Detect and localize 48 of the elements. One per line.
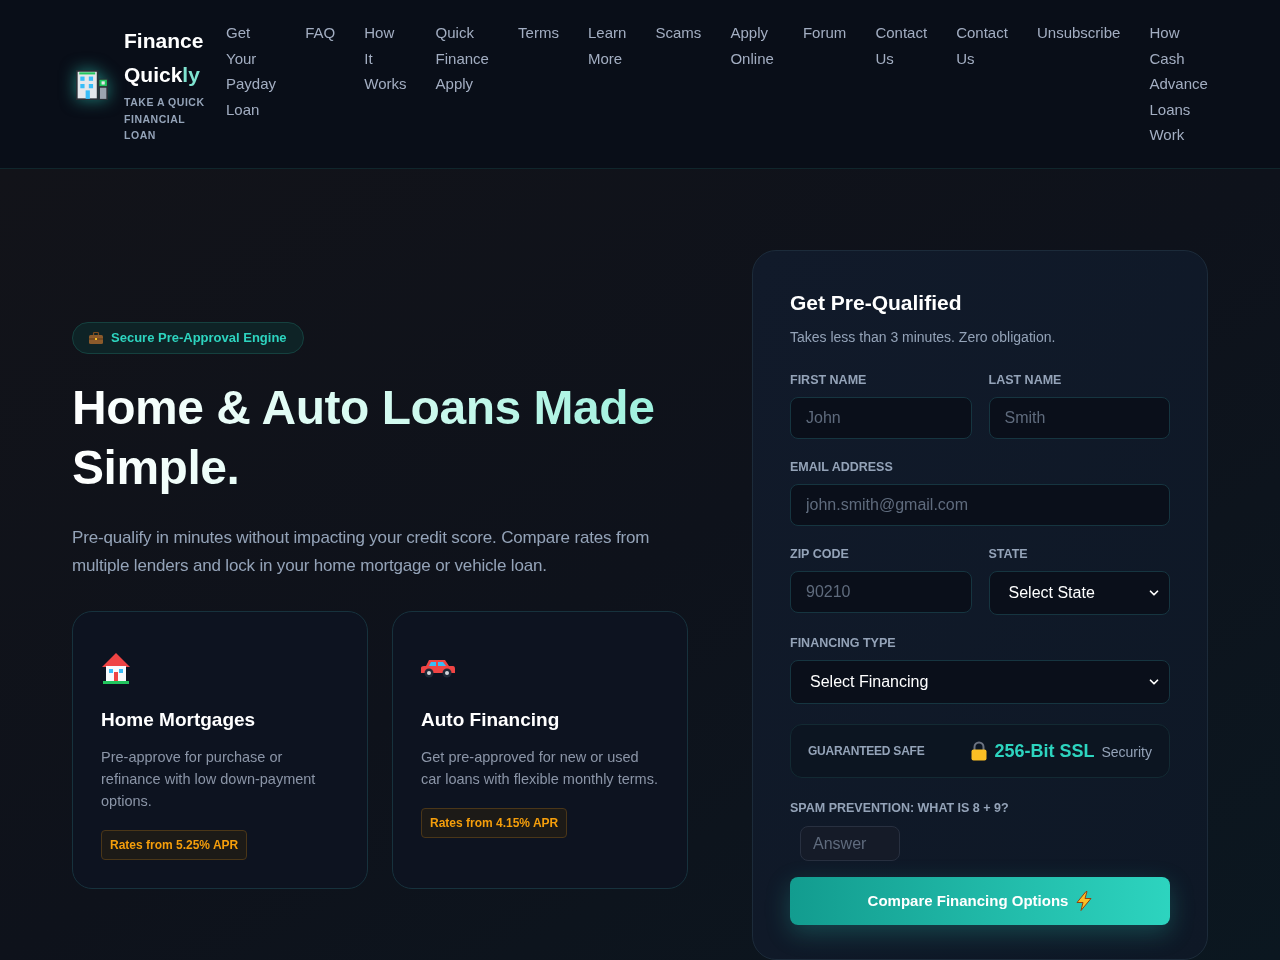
dropdown-select[interactable]: Select State: [988, 571, 1170, 615]
nav-link[interactable]: Quick Finance Apply: [435, 20, 489, 97]
nav-link[interactable]: Terms: [518, 20, 559, 46]
field-label: LAST NAME: [988, 372, 1063, 388]
nav-link[interactable]: Contact Us: [875, 20, 928, 72]
text-input[interactable]: 90210: [790, 571, 972, 613]
lightning-icon: [1076, 891, 1093, 911]
nav-link[interactable]: Contact Us: [956, 20, 1008, 72]
field-label: ZIP CODE: [790, 546, 850, 562]
field-label: FINANCING TYPE: [790, 635, 897, 651]
rate-tag: Rates from 4.15% APR: [421, 807, 568, 838]
rate-tag: Rates from 5.25% APR: [101, 829, 248, 860]
hero-description: Pre-qualify in minutes without impacting your credit score. Compare rates from multiple lenders and lock in your home mortgage or vehicle loan.: [72, 526, 651, 577]
field-label: FIRST NAME: [790, 372, 868, 388]
field-label: EMAIL ADDRESS: [790, 459, 894, 475]
form-subtitle: Takes less than 3 minutes. Zero obligation.: [790, 328, 1057, 347]
nav-link[interactable]: FAQ: [305, 20, 336, 46]
badge-text: Secure Pre-Approval Engine: [111, 328, 287, 347]
nav-link[interactable]: How It Works: [364, 20, 407, 97]
answer-input[interactable]: Answer: [800, 826, 900, 861]
nav-link[interactable]: Scams: [655, 20, 702, 46]
text-input[interactable]: John: [790, 397, 972, 439]
nav-link[interactable]: Apply Online: [730, 20, 774, 72]
text-input[interactable]: john.smith@gmail.com: [790, 484, 1170, 526]
spam-question: SPAM PREVENTION: WHAT IS 8 + 9?: [790, 800, 1010, 816]
form-title: Get Pre-Qualified: [790, 290, 963, 316]
nav-link[interactable]: Learn More: [588, 20, 627, 72]
car-icon: [421, 657, 455, 678]
building-icon: [75, 67, 109, 101]
house-icon: [101, 651, 131, 684]
nav-link[interactable]: How Cash Advance Loans Work: [1149, 20, 1208, 148]
lock-icon: [971, 741, 988, 761]
brand-tagline: TAKE A QUICK FINANCIAL LOAN: [124, 95, 206, 144]
nav-link[interactable]: Get Your Payday Loan: [226, 20, 277, 123]
card-title: Home Mortgages: [101, 707, 256, 732]
security-text: Security: [1101, 743, 1152, 762]
text-input[interactable]: Smith: [988, 397, 1170, 439]
field-label: STATE: [988, 546, 1029, 562]
card-description: Pre-approve for purchase or refinance with low down-payment options.: [101, 747, 317, 811]
security-label: GUARANTEED SAFE: [808, 743, 925, 760]
card-description: Get pre-approved for new or used car loans with flexible monthly terms.: [421, 747, 659, 789]
ssl-text: 256-Bit SSL: [994, 739, 1095, 763]
brand-name: Finance Quickly: [124, 28, 204, 89]
briefcase-icon: [89, 331, 103, 344]
card-title: Auto Financing: [421, 707, 560, 732]
nav-link[interactable]: Unsubscribe: [1037, 20, 1121, 46]
nav-link[interactable]: Forum: [802, 20, 847, 46]
dropdown-select[interactable]: Select Financing: [790, 660, 1170, 704]
